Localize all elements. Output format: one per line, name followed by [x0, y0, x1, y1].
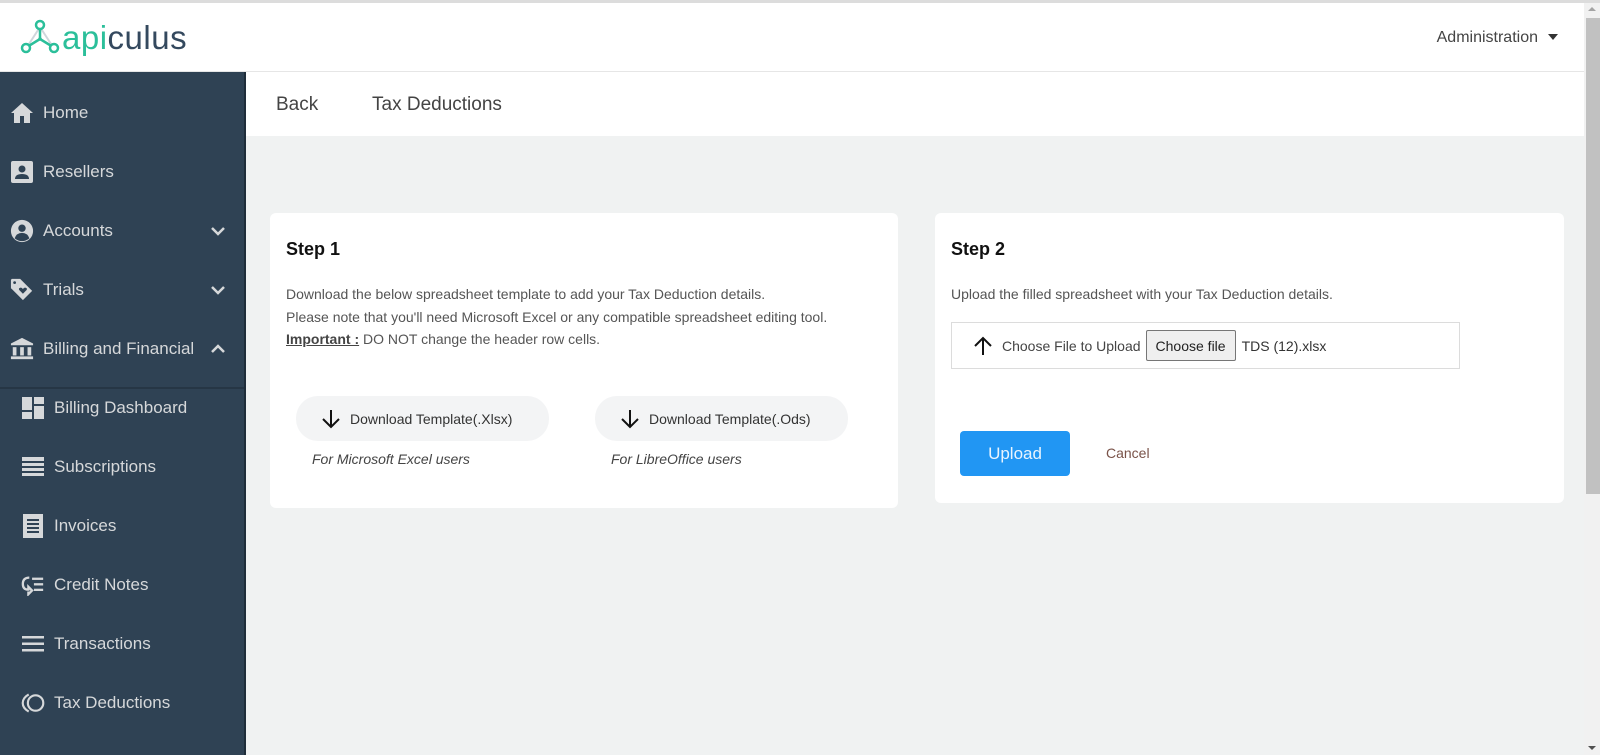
scrollbar-thumb[interactable] — [1586, 18, 1600, 494]
sidebar-item-billing-and-financial[interactable]: Billing and Financial — [0, 319, 244, 378]
step1-card: Step 1 Download the below spreadsheet te… — [270, 213, 898, 508]
apiculus-logo[interactable]: apiculus — [20, 17, 187, 57]
chevron-down-icon — [210, 280, 226, 300]
caret-down-icon — [1548, 34, 1558, 40]
sidebar-item-invoices[interactable]: Invoices — [0, 496, 244, 555]
sidebar-item-label: Invoices — [54, 515, 117, 535]
back-link[interactable]: Back — [276, 94, 318, 116]
arrow-down-icon — [621, 409, 639, 428]
sidebar-item-label: Credit Notes — [54, 574, 149, 594]
sidebar-item-label: Billing and Financial — [43, 338, 195, 358]
sidebar: Home Resellers Accounts Trials Billing a… — [0, 72, 246, 755]
cancel-button[interactable]: Cancel — [1106, 445, 1150, 461]
important-label: Important : — [286, 331, 360, 347]
sidebar-item-transactions[interactable]: Transactions — [0, 614, 244, 673]
step2-card: Step 2 Upload the filled spreadsheet wit… — [935, 213, 1564, 503]
contact-card-icon — [10, 160, 34, 184]
administration-label: Administration — [1436, 29, 1538, 46]
sidebar-item-label: Transactions — [54, 633, 151, 653]
file-upload-field[interactable]: Choose File to Upload Choose file TDS (1… — [951, 322, 1460, 369]
administration-menu[interactable]: Administration — [1437, 29, 1558, 47]
sidebar-item-label: Subscriptions — [54, 456, 157, 476]
step2-description: Upload the filled spreadsheet with your … — [951, 286, 1333, 302]
sidebar-item-credit-notes[interactable]: Credit Notes — [0, 555, 244, 614]
download-xlsx-button[interactable]: Download Template(.Xlsx) — [296, 396, 549, 441]
page-title: Tax Deductions — [372, 94, 502, 115]
sidebar-item-resellers[interactable]: Resellers — [0, 142, 244, 201]
step1-line2: Please note that you'll need Microsoft E… — [286, 308, 828, 325]
chevron-up-icon — [210, 339, 226, 359]
dashboard-icon — [21, 396, 45, 420]
step1-title: Step 1 — [286, 239, 341, 259]
sidebar-item-home[interactable]: Home — [0, 83, 244, 142]
upload-button[interactable]: Upload — [960, 431, 1070, 476]
account-circle-icon — [10, 219, 34, 243]
step1-description: Download the below spreadsheet template … — [286, 283, 827, 351]
sidebar-item-label: Trials — [43, 279, 84, 299]
sidebar-item-subscriptions[interactable]: Subscriptions — [0, 437, 244, 496]
step1-important-line: Important : DO NOT change the header row… — [286, 328, 827, 351]
sidebar-item-tax-deductions[interactable]: Tax Deductions — [0, 673, 244, 732]
step2-title: Step 2 — [951, 239, 1006, 259]
step1-line1: Download the below spreadsheet template … — [286, 286, 766, 302]
sidebar-item-label: Accounts — [43, 220, 113, 240]
logo-text: apiculus — [62, 21, 187, 54]
tax-circle-icon — [21, 691, 45, 715]
file-upload-label: Choose File to Upload — [1002, 337, 1141, 354]
logo-text-culus: culus — [107, 18, 188, 56]
menu-lines-icon — [21, 632, 45, 656]
sidebar-item-label: Home — [43, 102, 89, 122]
xlsx-note: For Microsoft Excel users — [312, 451, 470, 467]
scroll-up-arrow-icon[interactable] — [1588, 7, 1596, 11]
sidebar-item-label: Resellers — [43, 161, 114, 181]
tag-heart-icon — [10, 278, 34, 302]
list-icon — [21, 455, 45, 479]
sidebar-item-billing-dashboard[interactable]: Billing Dashboard — [0, 378, 244, 437]
receipt-icon — [21, 513, 45, 538]
selected-file-name: TDS (12).xlsx — [1241, 337, 1327, 354]
logo-text-api: api — [62, 18, 108, 56]
logo-nodes-icon — [20, 19, 60, 54]
download-xlsx-label: Download Template(.Xlsx) — [350, 410, 513, 427]
sidebar-item-trials[interactable]: Trials — [0, 260, 244, 319]
scroll-down-arrow-icon[interactable] — [1588, 746, 1596, 750]
sidebar-item-accounts[interactable]: Accounts — [0, 201, 244, 260]
ods-note: For LibreOffice users — [611, 451, 742, 467]
bank-icon — [10, 337, 34, 361]
home-icon — [10, 101, 34, 125]
sidebar-item-label: Tax Deductions — [54, 692, 171, 712]
sidebar-item-label: Billing Dashboard — [54, 397, 188, 417]
arrow-down-icon — [322, 409, 340, 428]
download-ods-label: Download Template(.Ods) — [649, 410, 811, 427]
app-header: apiculus Administration — [0, 3, 1584, 72]
vertical-scrollbar[interactable] — [1584, 3, 1600, 755]
important-text: DO NOT change the header row cells. — [359, 331, 601, 347]
arrow-up-icon — [974, 336, 992, 355]
download-ods-button[interactable]: Download Template(.Ods) — [595, 396, 848, 441]
credit-note-icon — [21, 573, 45, 597]
choose-file-button[interactable]: Choose file — [1145, 330, 1236, 361]
page-subheader: Back Tax Deductions — [246, 72, 1584, 136]
chevron-down-icon — [210, 221, 226, 241]
